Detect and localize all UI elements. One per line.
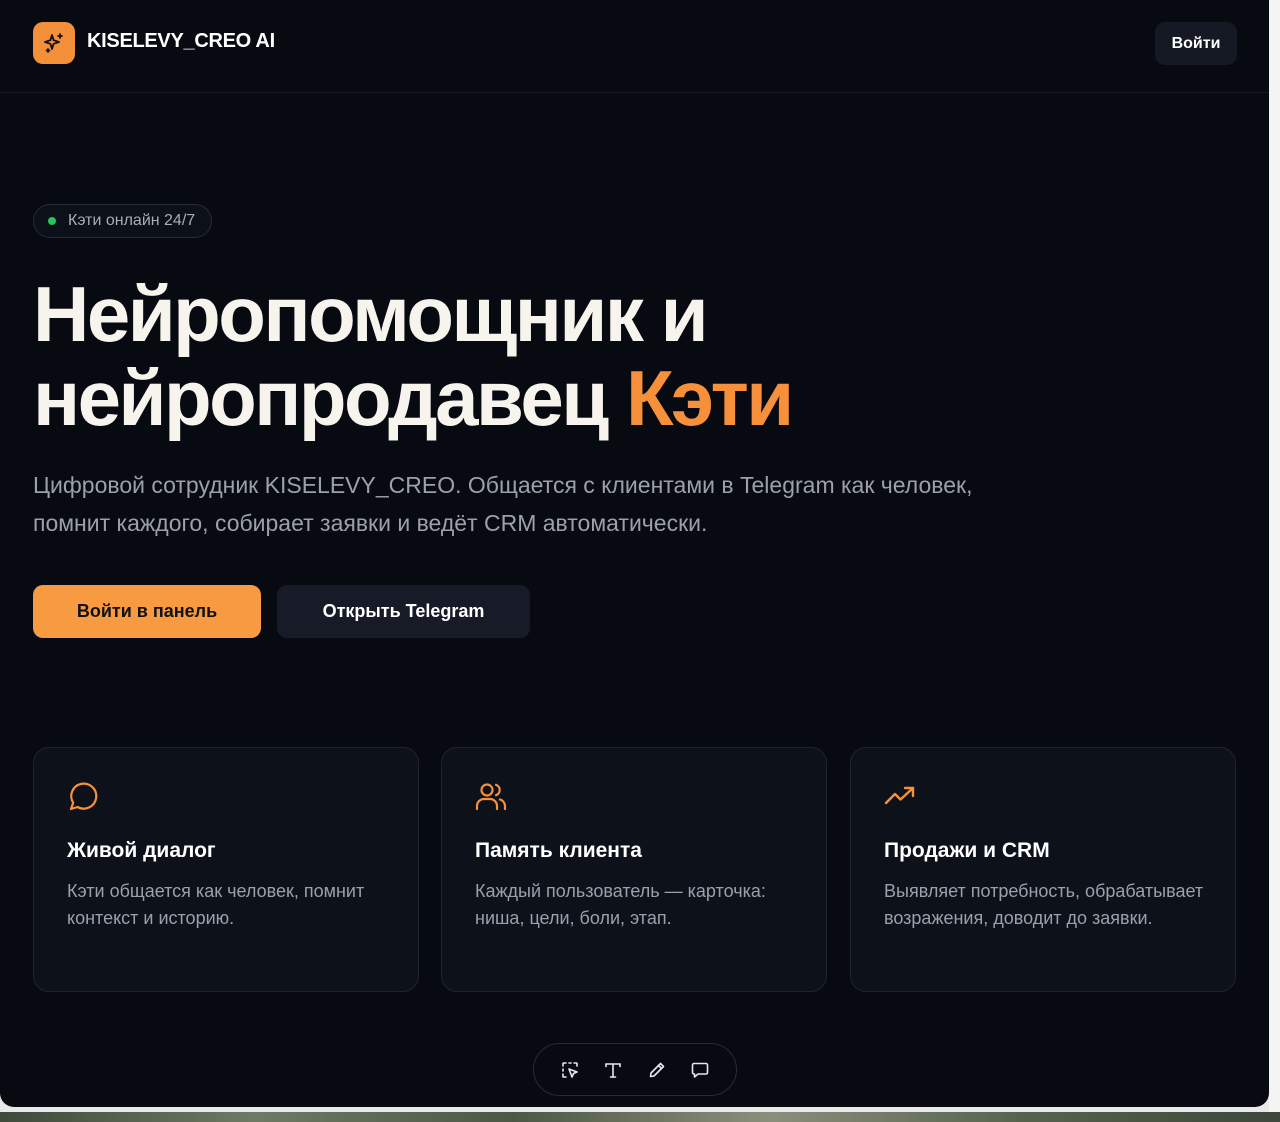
hero-subtitle: Цифровой сотрудник KISELEVY_CREO. Общает… — [33, 472, 973, 536]
open-telegram-button[interactable]: Открыть Telegram — [277, 585, 530, 638]
feature-card-memory: Память клиента Каждый пользователь — кар… — [441, 747, 827, 992]
app-window: KISELEVY_CREO AI Войти Кэти онлайн 24/7 … — [0, 0, 1269, 1107]
top-bar: KISELEVY_CREO AI Войти — [0, 0, 1269, 93]
logo[interactable] — [33, 22, 75, 64]
feature-text: Каждый пользователь — карточка: ниша, це… — [475, 881, 766, 928]
select-icon — [561, 1061, 578, 1078]
window-edge — [1269, 0, 1280, 1112]
login-button[interactable]: Войти — [1155, 22, 1237, 65]
feature-title: Память клиента — [475, 839, 642, 862]
hero-title-accent: Кэти — [625, 354, 794, 442]
desktop-wallpaper — [0, 1112, 1280, 1122]
select-tool[interactable] — [555, 1055, 585, 1085]
hero-title-line2: нейропродавец — [33, 354, 609, 442]
feature-title: Живой диалог — [67, 839, 216, 862]
hero-title-line1: Нейропомощник и — [33, 270, 709, 358]
annotation-toolbar — [533, 1043, 737, 1096]
status-badge: Кэти онлайн 24/7 — [33, 204, 213, 238]
users-icon — [475, 783, 507, 811]
comment-icon — [691, 1062, 709, 1078]
chat-bubble-icon — [69, 782, 98, 811]
sparkles-icon — [44, 33, 63, 53]
pencil-icon — [649, 1062, 665, 1077]
open-panel-button[interactable]: Войти в панель — [33, 585, 261, 638]
online-dot-icon — [48, 217, 56, 225]
pencil-tool[interactable] — [642, 1055, 672, 1085]
feature-title: Продажи и CRM — [884, 839, 1050, 862]
brand-name[interactable]: KISELEVY_CREO AI — [87, 30, 275, 53]
status-text: Кэти онлайн 24/7 — [68, 212, 196, 229]
feature-card-sales: Продажи и CRM Выявляет потребность, обра… — [850, 747, 1236, 992]
feature-text: Выявляет потребность, обрабатывает возра… — [884, 881, 1204, 928]
text-tool[interactable] — [598, 1055, 628, 1085]
hero-title: Нейропомощник и нейропродавец Кэти — [33, 272, 1033, 440]
trending-up-icon — [884, 786, 915, 805]
comment-tool[interactable] — [685, 1055, 715, 1085]
text-icon — [605, 1062, 622, 1078]
feature-text: Кэти общается как человек, помнит контек… — [67, 881, 365, 928]
feature-card-dialog: Живой диалог Кэти общается как человек, … — [33, 747, 419, 992]
